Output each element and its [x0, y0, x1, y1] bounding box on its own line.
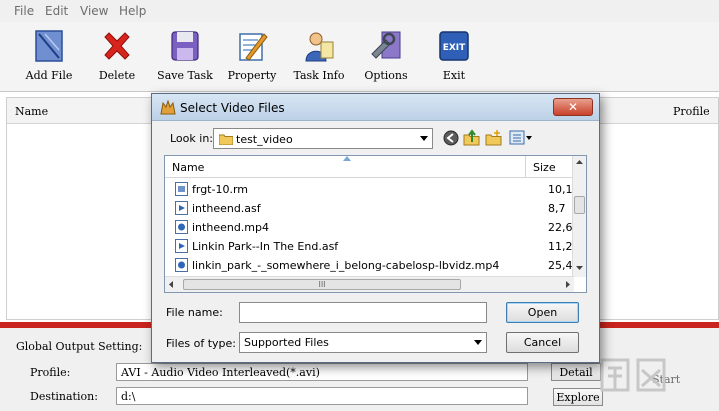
- select-video-files-dialog: Select Video Files ✕ Look in: test_video…: [151, 93, 600, 363]
- list-item[interactable]: frgt-10.rm 10,1(: [165, 180, 577, 199]
- profile-label: Profile:: [30, 366, 71, 379]
- delete-label: Delete: [98, 69, 136, 82]
- options-icon: [371, 31, 401, 59]
- media-file-icon: [175, 239, 188, 253]
- file-list-header: Name Size: [165, 156, 574, 178]
- chevron-down-icon: [474, 340, 482, 345]
- file-size: 25,4: [548, 259, 573, 272]
- add-file-button[interactable]: Add File: [22, 28, 76, 82]
- add-file-label: Add File: [25, 69, 73, 82]
- scroll-left-icon[interactable]: [169, 281, 173, 288]
- app-icon: [160, 100, 176, 115]
- media-file-icon: [175, 201, 188, 215]
- menu-edit[interactable]: Edit: [45, 4, 68, 18]
- file-name-field[interactable]: [239, 302, 487, 323]
- column-name[interactable]: Name: [15, 105, 48, 118]
- vertical-scrollbar[interactable]: [572, 156, 586, 277]
- close-icon: ✕: [567, 100, 579, 114]
- svg-text:EXIT: EXIT: [443, 43, 466, 53]
- save-icon: [171, 31, 199, 61]
- save-task-label: Save Task: [157, 69, 213, 82]
- look-in-label: Look in:: [170, 132, 213, 145]
- list-item[interactable]: intheend.mp4 22,6!: [165, 218, 577, 237]
- profile-select[interactable]: AVI - Audio Video Interleaved(*.avi): [116, 363, 528, 381]
- cancel-button[interactable]: Cancel: [506, 332, 579, 353]
- options-button[interactable]: Options: [362, 28, 410, 82]
- column-divider: [525, 156, 526, 178]
- list-item[interactable]: linkin_park_-_somewhere_i_belong-cabelos…: [165, 256, 574, 275]
- new-folder-icon[interactable]: [485, 129, 502, 146]
- menu-help[interactable]: Help: [119, 4, 146, 18]
- file-name: intheend.asf: [192, 202, 261, 215]
- scroll-grip: III: [318, 280, 326, 289]
- column-profile[interactable]: Profile: [673, 105, 710, 118]
- file-name-label: File name:: [166, 306, 223, 319]
- up-folder-icon[interactable]: [463, 129, 480, 146]
- horizontal-scroll-thumb[interactable]: III: [183, 279, 461, 290]
- files-of-type-value: Supported Files: [244, 336, 329, 349]
- settings-heading: Global Output Setting:: [16, 340, 143, 353]
- back-icon[interactable]: [443, 130, 459, 146]
- list-item[interactable]: intheend.asf 8,7: [165, 199, 574, 218]
- sort-ascending-icon: [343, 156, 351, 161]
- destination-label: Destination:: [30, 390, 98, 403]
- scroll-right-icon[interactable]: [566, 281, 570, 288]
- file-size: 8,7: [548, 202, 566, 215]
- dialog-titlebar[interactable]: Select Video Files ✕: [152, 94, 599, 121]
- look-in-value: test_video: [236, 133, 293, 146]
- list-item[interactable]: Linkin Park--In The End.asf 11,2(: [165, 237, 577, 256]
- detail-button[interactable]: Detail: [551, 363, 601, 381]
- watermark-logo: [600, 358, 666, 392]
- profile-value: AVI - Audio Video Interleaved(*.avi): [121, 366, 320, 379]
- media-file-icon: [175, 258, 188, 272]
- destination-value: d:\: [121, 390, 136, 403]
- file-name: linkin_park_-_somewhere_i_belong-cabelos…: [192, 259, 500, 272]
- delete-button[interactable]: Delete: [94, 28, 140, 82]
- files-of-type-label: Files of type:: [166, 337, 237, 350]
- folder-icon: [219, 134, 233, 145]
- toolbar: Add File Delete Save Task Property Task …: [0, 22, 719, 92]
- menu-view[interactable]: View: [80, 4, 108, 18]
- close-button[interactable]: ✕: [553, 98, 593, 116]
- file-name: frgt-10.rm: [192, 183, 249, 196]
- options-label: Options: [364, 69, 408, 82]
- task-info-icon: [305, 32, 334, 62]
- exit-button[interactable]: EXIT Exit: [432, 28, 476, 82]
- file-name: Linkin Park--In The End.asf: [192, 240, 339, 253]
- exit-label: Exit: [442, 69, 466, 82]
- view-menu-icon[interactable]: [509, 130, 533, 145]
- column-size-header[interactable]: Size: [533, 161, 556, 174]
- horizontal-scrollbar[interactable]: III: [165, 276, 574, 292]
- delete-icon: [104, 32, 130, 60]
- property-button[interactable]: Property: [224, 28, 280, 82]
- destination-field[interactable]: d:\: [116, 387, 528, 405]
- dialog-title: Select Video Files: [180, 101, 285, 115]
- menu-file[interactable]: File: [14, 4, 34, 18]
- menu-bar: File Edit View Help: [0, 0, 719, 22]
- look-in-select[interactable]: test_video: [213, 128, 433, 149]
- file-list[interactable]: Name Size frgt-10.rm 10,1( intheend.asf …: [164, 155, 587, 293]
- property-icon: [239, 33, 268, 61]
- media-file-icon: [175, 220, 188, 234]
- media-file-icon: [175, 182, 188, 196]
- file-name: intheend.mp4: [192, 221, 269, 234]
- add-file-icon: [35, 30, 63, 62]
- vertical-scroll-thumb[interactable]: [574, 196, 585, 214]
- scroll-up-icon[interactable]: [576, 160, 583, 164]
- column-name-header[interactable]: Name: [172, 161, 204, 174]
- exit-icon: EXIT: [439, 31, 469, 61]
- explore-button[interactable]: Explore: [553, 388, 603, 406]
- task-info-label: Task Info: [293, 69, 345, 82]
- chevron-down-icon: [420, 136, 428, 141]
- files-of-type-select[interactable]: Supported Files: [239, 332, 487, 353]
- save-task-button[interactable]: Save Task: [154, 28, 216, 82]
- property-label: Property: [227, 69, 277, 82]
- scroll-down-icon[interactable]: [576, 266, 583, 270]
- open-button[interactable]: Open: [506, 302, 579, 323]
- task-info-button[interactable]: Task Info: [290, 28, 348, 82]
